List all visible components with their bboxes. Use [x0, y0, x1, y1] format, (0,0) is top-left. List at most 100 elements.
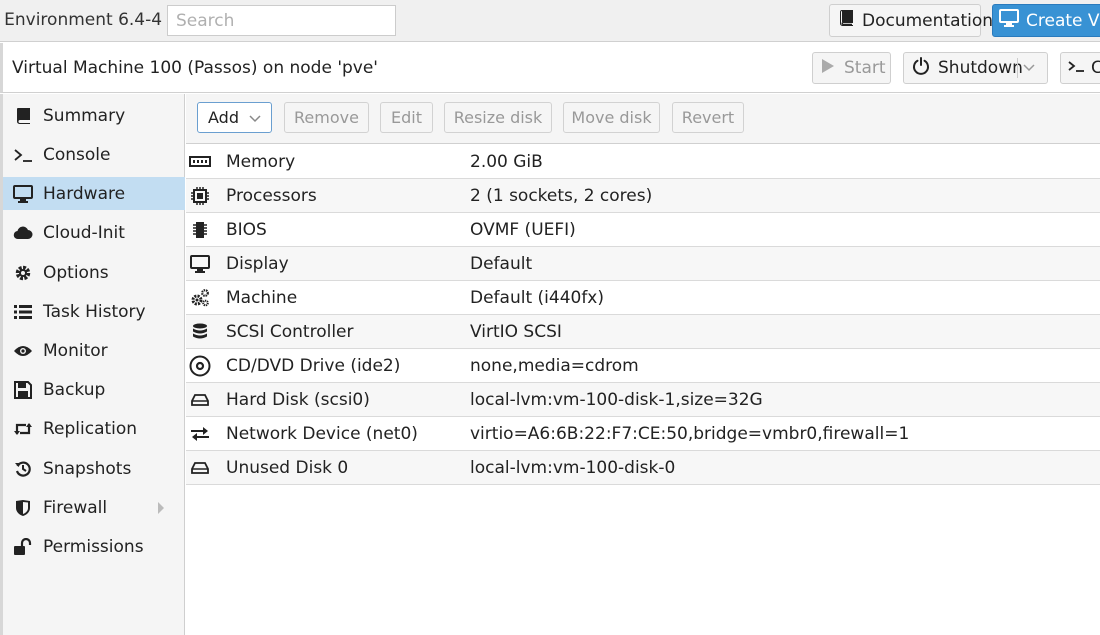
- hardware-value: VirtIO SCSI: [470, 322, 562, 342]
- documentation-label: Documentation: [862, 10, 994, 31]
- hardware-row-unused-disk[interactable]: Unused Disk 0 local-lvm:vm-100-disk-0: [186, 451, 1100, 485]
- revert-button[interactable]: Revert: [672, 102, 744, 133]
- unlock-icon: [12, 536, 34, 558]
- hardware-name: Display: [226, 254, 289, 274]
- sidebar-item-summary[interactable]: Summary: [3, 99, 185, 132]
- cogs-icon: [189, 287, 211, 309]
- create-vm-button[interactable]: Create VM: [992, 4, 1100, 37]
- hardware-panel: Add Remove Edit Resize disk Move disk Re…: [186, 94, 1100, 635]
- documentation-button[interactable]: Documentation: [829, 4, 993, 37]
- sidebar-item-monitor[interactable]: Monitor: [3, 334, 185, 367]
- sidebar-item-task-history[interactable]: Task History: [3, 295, 185, 328]
- console-label: C: [1091, 58, 1100, 78]
- sidebar-item-hardware[interactable]: Hardware: [3, 177, 185, 210]
- chevron-down-icon[interactable]: [1022, 55, 1036, 86]
- hardware-row-machine[interactable]: Machine Default (i440fx): [186, 281, 1100, 315]
- sidebar-item-cloud-init[interactable]: Cloud-Init: [3, 216, 185, 249]
- start-button[interactable]: Start: [812, 52, 891, 84]
- console-button[interactable]: C: [1060, 52, 1100, 84]
- hardware-row-network-device[interactable]: Network Device (net0) virtio=A6:6B:22:F7…: [186, 417, 1100, 451]
- power-icon: [912, 56, 930, 80]
- hardware-value: Default (i440fx): [470, 288, 604, 308]
- hardware-name: Processors: [226, 186, 317, 206]
- database-icon: [189, 321, 211, 343]
- sidebar-item-label: Options: [43, 262, 109, 283]
- hardware-name: SCSI Controller: [226, 322, 354, 342]
- cdrom-icon: [189, 355, 211, 377]
- retweet-icon: [12, 418, 34, 440]
- hdd-icon: [189, 389, 211, 411]
- sidebar-item-firewall[interactable]: Firewall: [3, 491, 185, 524]
- sidebar-item-label: Permissions: [43, 536, 144, 557]
- sidebar-item-label: Console: [43, 144, 111, 165]
- expand-arrow-icon[interactable]: [157, 500, 165, 520]
- hardware-name: CD/DVD Drive (ide2): [226, 356, 401, 376]
- hardware-name: Unused Disk 0: [226, 458, 349, 478]
- hardware-name: BIOS: [226, 220, 267, 240]
- page-title: Virtual Machine 100 (Passos) on node 'pv…: [12, 58, 378, 78]
- desktop-icon: [999, 9, 1019, 32]
- remove-button[interactable]: Remove: [284, 102, 369, 133]
- book-icon: [12, 105, 34, 127]
- sidebar-item-label: Firewall: [43, 497, 108, 518]
- hdd-icon: [189, 457, 211, 479]
- create-vm-label: Create VM: [1026, 10, 1100, 31]
- hardware-value: none,media=cdrom: [470, 356, 639, 376]
- display-icon: [189, 253, 211, 275]
- hardware-value: virtio=A6:6B:22:F7:CE:50,bridge=vmbr0,fi…: [470, 424, 910, 444]
- hardware-row-hard-disk[interactable]: Hard Disk (scsi0) local-lvm:vm-100-disk-…: [186, 383, 1100, 417]
- shutdown-label: Shutdown: [938, 58, 1023, 78]
- sidebar-item-options[interactable]: Options: [3, 256, 185, 289]
- cpu-icon: [189, 185, 211, 207]
- hardware-value: Default: [470, 254, 533, 274]
- hardware-row-scsi-controller[interactable]: SCSI Controller VirtIO SCSI: [186, 315, 1100, 349]
- sidebar: Summary Console Hardware Cloud-Init Opti…: [0, 94, 185, 635]
- resize-disk-button[interactable]: Resize disk: [444, 102, 552, 133]
- hardware-value: local-lvm:vm-100-disk-0: [470, 458, 676, 478]
- monitor-icon: [12, 183, 34, 205]
- sidebar-item-label: Replication: [43, 418, 138, 439]
- hardware-name: Machine: [226, 288, 298, 308]
- hardware-value: 2 (1 sockets, 2 cores): [470, 186, 653, 206]
- list-icon: [12, 301, 34, 323]
- hardware-row-cdrom[interactable]: CD/DVD Drive (ide2) none,media=cdrom: [186, 349, 1100, 383]
- history-icon: [12, 458, 34, 480]
- sidebar-item-console[interactable]: Console: [3, 138, 185, 171]
- sidebar-item-label: Backup: [43, 379, 106, 400]
- exchange-icon: [189, 423, 211, 445]
- sidebar-item-snapshots[interactable]: Snapshots: [3, 452, 185, 485]
- book-icon: [838, 10, 854, 31]
- terminal-icon: [1067, 58, 1087, 79]
- cloud-icon: [12, 222, 34, 244]
- hardware-name: Memory: [226, 152, 296, 172]
- hardware-row-display[interactable]: Display Default: [186, 247, 1100, 281]
- move-disk-button[interactable]: Move disk: [563, 102, 660, 133]
- hardware-value: OVMF (UEFI): [470, 220, 576, 240]
- edit-button[interactable]: Edit: [380, 102, 433, 133]
- gear-icon: [12, 262, 34, 284]
- shutdown-button[interactable]: Shutdown: [903, 52, 1048, 84]
- sidebar-item-label: Snapshots: [43, 458, 132, 479]
- hardware-row-bios[interactable]: BIOS OVMF (UEFI): [186, 213, 1100, 247]
- add-button[interactable]: Add: [197, 102, 272, 133]
- sidebar-item-label: Hardware: [43, 183, 126, 204]
- shield-icon: [12, 497, 34, 519]
- chevron-down-icon: [249, 108, 261, 127]
- add-label: Add: [208, 108, 239, 127]
- hardware-row-processors[interactable]: Processors 2 (1 sockets, 2 cores): [186, 179, 1100, 213]
- hardware-name: Hard Disk (scsi0): [226, 390, 370, 410]
- content-header: Virtual Machine 100 (Passos) on node 'pv…: [0, 43, 1100, 93]
- sidebar-item-label: Task History: [43, 301, 146, 322]
- app-title: l Environment 6.4-4: [0, 10, 163, 30]
- search-input[interactable]: [167, 5, 396, 36]
- sidebar-item-label: Cloud-Init: [43, 222, 125, 243]
- terminal-icon: [12, 144, 34, 166]
- hardware-toolbar: Add Remove Edit Resize disk Move disk Re…: [186, 94, 1100, 144]
- memory-icon: [189, 151, 211, 173]
- sidebar-item-label: Monitor: [43, 340, 108, 361]
- sidebar-item-permissions[interactable]: Permissions: [3, 530, 185, 563]
- sidebar-item-backup[interactable]: Backup: [3, 373, 185, 406]
- sidebar-item-replication[interactable]: Replication: [3, 412, 185, 445]
- hardware-row-memory[interactable]: Memory 2.00 GiB: [186, 145, 1100, 179]
- chip-icon: [189, 219, 211, 241]
